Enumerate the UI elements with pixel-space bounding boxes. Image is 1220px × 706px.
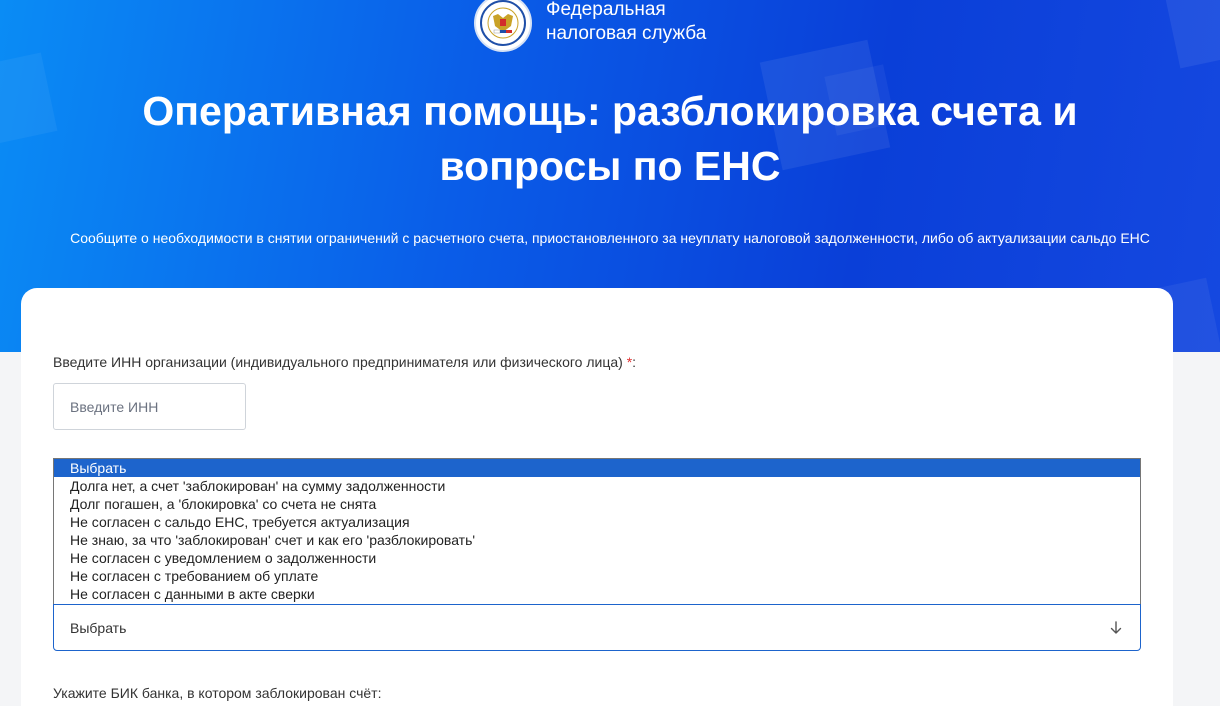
page-subtitle: Сообщите о необходимости в снятии ограни… — [70, 230, 1150, 246]
fns-emblem-icon[interactable] — [474, 0, 532, 52]
inn-input[interactable] — [53, 383, 246, 430]
brand-name: Федеральная налоговая служба — [546, 0, 706, 46]
inn-label-suffix: : — [632, 354, 637, 370]
reason-option[interactable]: Не согласен с уведомлением о задолженнос… — [54, 549, 1140, 567]
reason-select-value: Выбрать — [70, 619, 127, 636]
inn-label-text: Введите ИНН организации (индивидуального… — [53, 354, 623, 370]
brand-line-2: налоговая служба — [546, 23, 707, 44]
reason-option[interactable]: Не согласен с данными в акте сверки — [54, 585, 1140, 603]
arrow-down-icon — [1110, 620, 1122, 634]
reason-option[interactable]: Не согласен с сальдо ЕНС, требуется акту… — [54, 513, 1140, 531]
reason-options-list[interactable]: Выбрать Долга нет, а счет 'заблокирован' … — [53, 458, 1141, 604]
reason-select[interactable]: Выбрать — [53, 604, 1141, 651]
reason-option[interactable]: Долга нет, а счет 'заблокирован' на сумм… — [54, 477, 1140, 495]
inn-field-label: Введите ИНН организации (индивидуального… — [53, 354, 636, 370]
reason-option[interactable]: Долг погашен, а 'блокировка' со счета не… — [54, 495, 1140, 513]
page-title: Оперативная помощь: разблокировка счета … — [142, 88, 1078, 189]
brand-line-1: Федеральная — [546, 0, 666, 20]
decorative-square — [0, 52, 58, 148]
decorative-square — [1161, 0, 1220, 69]
reason-option[interactable]: Не согласен с требованием об уплате — [54, 567, 1140, 585]
bik-field-label: Укажите БИК банка, в котором заблокирова… — [53, 685, 382, 701]
reason-option[interactable]: Не знаю, за что 'заблокирован' счет и ка… — [54, 531, 1140, 549]
reason-option[interactable]: Выбрать — [54, 459, 1140, 477]
